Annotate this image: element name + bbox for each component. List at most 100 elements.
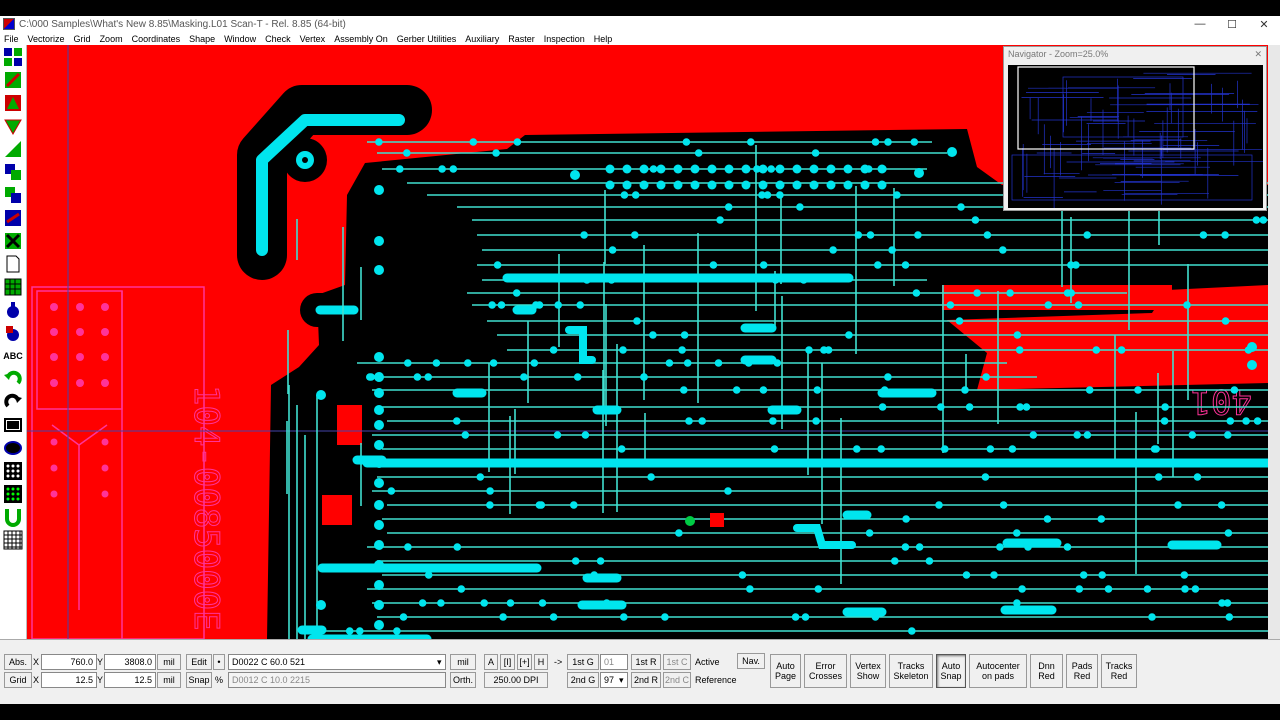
button-label: Red xyxy=(1038,671,1055,681)
menu-raster[interactable]: Raster xyxy=(504,34,540,44)
edit-dot-button[interactable]: • xyxy=(213,654,225,670)
reference-label: Reference xyxy=(695,675,737,685)
close-button[interactable]: ✕ xyxy=(1248,18,1280,31)
menu-vectorize[interactable]: Vectorize xyxy=(24,34,70,44)
redo-icon[interactable] xyxy=(2,391,24,413)
second-g-button[interactable]: 2nd G xyxy=(567,672,599,688)
drill-icon[interactable] xyxy=(2,299,24,321)
menu-grid[interactable]: Grid xyxy=(70,34,96,44)
first-c-button: 1st C xyxy=(663,654,691,670)
magnet-icon[interactable] xyxy=(2,506,24,528)
abs-x-field[interactable]: 760.0 xyxy=(41,654,97,670)
menu-vertex[interactable]: Vertex xyxy=(296,34,331,44)
menu-zoom[interactable]: Zoom xyxy=(96,34,128,44)
navigator-close-button[interactable]: ✕ xyxy=(1254,49,1262,61)
pads-red-button[interactable]: Pads Red xyxy=(1066,654,1098,688)
mode-i-button[interactable]: [I] xyxy=(500,654,515,670)
edit-button[interactable]: Edit xyxy=(186,654,212,670)
polygon-green-icon[interactable] xyxy=(2,115,24,137)
button-label: Error xyxy=(815,661,836,671)
menu-bar: File Vectorize Grid Zoom Coordinates Sha… xyxy=(0,32,1280,45)
dcode-active-select[interactable]: D0022 C 60.0 521 xyxy=(228,654,446,670)
abs-y-label: Y xyxy=(97,657,104,667)
error-crosses-button[interactable]: Error Crosses xyxy=(804,654,847,688)
unit-button-3[interactable]: mil xyxy=(450,654,476,670)
mode-h-button[interactable]: H xyxy=(534,654,548,670)
dpi-display: 250.00 DPI xyxy=(484,672,548,688)
maximize-button[interactable]: ☐ xyxy=(1216,18,1248,31)
orth-button[interactable]: Orth. xyxy=(450,672,476,688)
dot-grid-2-icon[interactable] xyxy=(2,483,24,505)
rectangle-icon[interactable] xyxy=(2,414,24,436)
drill-red-icon[interactable] xyxy=(2,322,24,344)
auto-snap-button[interactable]: Auto Snap xyxy=(936,654,966,688)
chevron-down-icon[interactable]: ▾ xyxy=(619,672,624,688)
layer-blue-2-icon[interactable] xyxy=(2,161,24,183)
abs-button[interactable]: Abs. xyxy=(4,654,32,670)
navigator-panel[interactable]: Navigator - Zoom=25.0% ✕ xyxy=(1003,46,1267,211)
vertical-scrollbar[interactable] xyxy=(1268,45,1280,639)
autocenter-on-pads-button[interactable]: Autocenter on pads xyxy=(969,654,1027,688)
left-toolbar: ABC xyxy=(0,45,27,639)
grid-green-icon[interactable] xyxy=(2,276,24,298)
title-bar: C:\000 Samples\What's New 8.85\Masking.L… xyxy=(0,16,1280,32)
second-r-button[interactable]: 2nd R xyxy=(631,672,661,688)
button-label: Snap xyxy=(940,671,962,681)
menu-inspection[interactable]: Inspection xyxy=(540,34,590,44)
menu-assembly-on[interactable]: Assembly On xyxy=(330,34,393,44)
arrow-label: -> xyxy=(554,657,563,667)
nav-button[interactable]: Nav. xyxy=(737,653,765,669)
snap-button[interactable]: Snap xyxy=(186,672,212,688)
grid-x-field[interactable]: 12.5 xyxy=(41,672,97,688)
button-label: Skeleton xyxy=(893,671,929,681)
undo-icon[interactable] xyxy=(2,368,24,390)
tracks-skeleton-button[interactable]: Tracks Skeleton xyxy=(889,654,933,688)
layer-blue-icon[interactable] xyxy=(2,69,24,91)
grid-button[interactable]: Grid xyxy=(4,672,32,688)
layer-stack-icon[interactable] xyxy=(2,184,24,206)
dnn-red-button[interactable]: Dnn Red xyxy=(1030,654,1063,688)
menu-auxiliary[interactable]: Auxiliary xyxy=(461,34,504,44)
vertex-show-button[interactable]: Vertex Show xyxy=(850,654,886,688)
tracks-red-button[interactable]: Tracks Red xyxy=(1101,654,1137,688)
track-red-icon[interactable] xyxy=(2,207,24,229)
first-g-button[interactable]: 1st G xyxy=(567,654,599,670)
auto-page-button[interactable]: Auto Page xyxy=(770,654,801,688)
button-label: Tracks xyxy=(897,661,925,671)
minimize-button[interactable]: — xyxy=(1184,18,1216,30)
menu-gerber-utilities[interactable]: Gerber Utilities xyxy=(393,34,462,44)
menu-file[interactable]: File xyxy=(0,34,24,44)
button-label: Red xyxy=(1073,671,1091,681)
shape-green-icon[interactable] xyxy=(2,138,24,160)
grid-y-field[interactable]: 12.5 xyxy=(104,672,156,688)
menu-shape[interactable]: Shape xyxy=(185,34,220,44)
navigator-titlebar: Navigator - Zoom=25.0% ✕ xyxy=(1004,47,1266,63)
grid-x-label: X xyxy=(33,675,40,685)
unit-button-2[interactable]: mil xyxy=(157,672,181,688)
ellipse-icon[interactable] xyxy=(2,437,24,459)
new-page-icon[interactable] xyxy=(2,253,24,275)
menu-check[interactable]: Check xyxy=(261,34,296,44)
first-r-button[interactable]: 1st R xyxy=(631,654,661,670)
unit-button-1[interactable]: mil xyxy=(157,654,181,670)
mode-a-button[interactable]: A xyxy=(484,654,498,670)
button-label: Auto xyxy=(941,661,961,671)
navigator-view[interactable] xyxy=(1008,65,1263,208)
layer-red-icon[interactable] xyxy=(2,92,24,114)
menu-coordinates[interactable]: Coordinates xyxy=(128,34,186,44)
menu-help[interactable]: Help xyxy=(590,34,618,44)
menu-window[interactable]: Window xyxy=(220,34,261,44)
dot-grid-icon[interactable] xyxy=(2,460,24,482)
text-tool-icon[interactable]: ABC xyxy=(2,345,24,367)
screen-top-border xyxy=(0,0,1280,16)
track-cross-icon[interactable] xyxy=(2,230,24,252)
abs-y-field[interactable]: 3808.0 xyxy=(104,654,156,670)
window-title: C:\000 Samples\What's New 8.85\Masking.L… xyxy=(19,18,346,30)
chevron-down-icon[interactable]: ▾ xyxy=(437,654,442,670)
pixel-grid-icon[interactable] xyxy=(2,529,24,551)
status-bar: Abs. X 760.0 Y 3808.0 mil Grid X 12.5 Y … xyxy=(0,639,1280,704)
select-layers-icon[interactable] xyxy=(2,46,24,68)
mode-plus-button[interactable]: [+] xyxy=(517,654,532,670)
active-label: Active xyxy=(695,657,720,667)
first-g-field[interactable]: 01 xyxy=(600,654,628,670)
